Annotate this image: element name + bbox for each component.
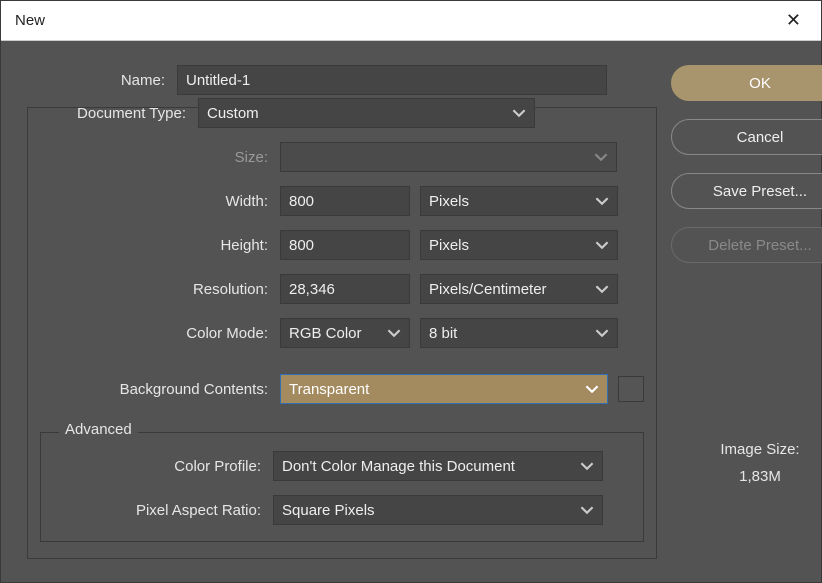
color-profile-label: Color Profile: (53, 458, 263, 475)
pixel-aspect-label: Pixel Aspect Ratio: (53, 502, 263, 519)
color-mode-label: Color Mode: (40, 325, 270, 342)
ok-button[interactable]: OK (671, 65, 822, 101)
resolution-row: Resolution: 28,346 Pixels/Centimeter (40, 274, 644, 304)
color-profile-row: Color Profile: Don't Color Manage this D… (53, 451, 631, 481)
advanced-legend: Advanced (59, 421, 138, 438)
name-row: Name: Untitled-1 (19, 65, 657, 95)
dialog-content: Name: Untitled-1 Document Type: Custom S… (1, 41, 821, 582)
delete-preset-button: Delete Preset... (671, 227, 822, 263)
height-input[interactable]: 800 (280, 230, 410, 260)
size-select (280, 142, 617, 172)
chevron-down-icon (580, 503, 594, 517)
color-mode-row: Color Mode: RGB Color 8 bit (40, 318, 644, 348)
image-size-label: Image Size: (720, 441, 799, 458)
window-title: New (15, 12, 45, 29)
resolution-input[interactable]: 28,346 (280, 274, 410, 304)
image-size-value: 1,83M (720, 468, 799, 485)
background-contents-select[interactable]: Transparent (280, 374, 608, 404)
height-label: Height: (40, 237, 270, 254)
new-document-dialog: New ✕ Name: Untitled-1 Document Type: Cu… (0, 0, 822, 583)
chevron-down-icon (595, 194, 609, 208)
cancel-button[interactable]: Cancel (671, 119, 822, 155)
document-type-row: Document Type: Custom (40, 98, 644, 128)
name-label: Name: (19, 72, 167, 89)
background-label: Background Contents: (40, 381, 270, 398)
document-type-label: Document Type: (40, 105, 188, 122)
bit-depth-select[interactable]: 8 bit (420, 318, 618, 348)
name-input[interactable]: Untitled-1 (177, 65, 607, 95)
color-mode-select[interactable]: RGB Color (280, 318, 410, 348)
pixel-aspect-select[interactable]: Square Pixels (273, 495, 603, 525)
titlebar: New ✕ (1, 1, 821, 41)
chevron-down-icon (387, 326, 401, 340)
main-fieldset: Document Type: Custom Size: (27, 107, 657, 559)
size-label: Size: (40, 149, 270, 166)
save-preset-button[interactable]: Save Preset... (671, 173, 822, 209)
chevron-down-icon (512, 106, 526, 120)
resolution-label: Resolution: (40, 281, 270, 298)
width-row: Width: 800 Pixels (40, 186, 644, 216)
chevron-down-icon (594, 150, 608, 164)
width-unit-select[interactable]: Pixels (420, 186, 618, 216)
color-profile-select[interactable]: Don't Color Manage this Document (273, 451, 603, 481)
form-panel: Name: Untitled-1 Document Type: Custom S… (19, 65, 657, 564)
width-label: Width: (40, 193, 270, 210)
chevron-down-icon (595, 326, 609, 340)
button-panel: OK Cancel Save Preset... Delete Preset..… (671, 65, 822, 564)
size-row: Size: (40, 142, 644, 172)
image-size-info: Image Size: 1,83M (720, 441, 799, 485)
width-input[interactable]: 800 (280, 186, 410, 216)
height-unit-select[interactable]: Pixels (420, 230, 618, 260)
pixel-aspect-row: Pixel Aspect Ratio: Square Pixels (53, 495, 631, 525)
chevron-down-icon (595, 238, 609, 252)
chevron-down-icon (595, 282, 609, 296)
chevron-down-icon (580, 459, 594, 473)
close-icon[interactable]: ✕ (776, 6, 811, 35)
chevron-down-icon (585, 382, 599, 396)
background-color-swatch[interactable] (618, 376, 644, 402)
background-row: Background Contents: Transparent (40, 374, 644, 404)
document-type-select[interactable]: Custom (198, 98, 535, 128)
advanced-fieldset: Advanced Color Profile: Don't Color Mana… (40, 432, 644, 542)
resolution-unit-select[interactable]: Pixels/Centimeter (420, 274, 618, 304)
height-row: Height: 800 Pixels (40, 230, 644, 260)
